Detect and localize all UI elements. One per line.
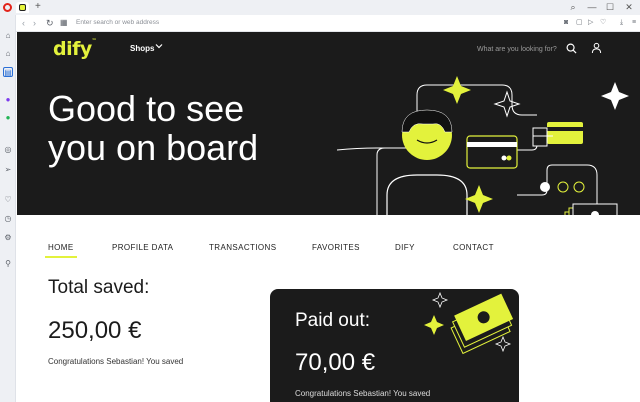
credit-card-icon bbox=[466, 135, 518, 169]
tab-profile-data[interactable]: PROFILE DATA bbox=[112, 243, 173, 252]
tab-contact[interactable]: CONTACT bbox=[453, 243, 494, 252]
heart-icon[interactable]: ♡ bbox=[600, 18, 606, 28]
hero-illustration bbox=[337, 76, 629, 215]
menu-icon[interactable]: ≡ bbox=[632, 18, 636, 28]
settings-icon[interactable]: ⚙ bbox=[3, 233, 13, 243]
paid-out-title: Paid out: bbox=[295, 310, 370, 331]
workspace-icon[interactable]: ▤ bbox=[3, 67, 13, 77]
reload-icon[interactable]: ↻ bbox=[46, 17, 54, 29]
hero-banner: dify™ Shops What are you looking for? Go… bbox=[17, 32, 640, 215]
sparkle-icon bbox=[465, 185, 493, 213]
back-icon[interactable]: ‹ bbox=[22, 17, 25, 29]
greeting-line-1: Good to see bbox=[48, 88, 245, 129]
search-input[interactable]: What are you looking for? bbox=[477, 46, 557, 53]
total-saved-amount: 250,00 € bbox=[48, 317, 142, 344]
send-icon[interactable]: ➢ bbox=[3, 165, 13, 175]
main-navigation: HOME PROFILE DATA TRANSACTIONS FAVORITES… bbox=[17, 215, 640, 265]
carousel-dot bbox=[557, 181, 569, 193]
total-saved-title: Total saved: bbox=[48, 277, 150, 298]
browser-tab[interactable] bbox=[16, 2, 29, 13]
aria-icon[interactable]: ◎ bbox=[3, 145, 13, 155]
site-favicon-icon bbox=[19, 4, 26, 11]
messenger-icon[interactable]: ● bbox=[3, 95, 13, 105]
carousel-dot bbox=[573, 181, 585, 193]
browser-sidebar: ⌂ ⌂ ▤ ● ● ◎ ➢ ♡ ◷ ⚙ ⚲ bbox=[0, 15, 16, 402]
sparkle-icon bbox=[493, 90, 521, 118]
sparkle-icon bbox=[494, 335, 512, 353]
paid-out-illustration bbox=[424, 291, 514, 355]
camera-icon[interactable]: ◙ bbox=[564, 18, 568, 28]
paid-out-card: Paid out: 70,00 € Congratulations Sebast… bbox=[270, 289, 519, 402]
history-icon[interactable]: ◷ bbox=[3, 214, 13, 224]
close-window-button[interactable]: ✕ bbox=[622, 0, 636, 15]
sparkle-icon bbox=[424, 315, 444, 335]
vpn-icon[interactable]: ▢ bbox=[576, 18, 583, 28]
minimize-button[interactable]: — bbox=[585, 0, 599, 15]
paid-out-message: Congratulations Sebastian! You saved bbox=[295, 389, 431, 398]
bookmarks-icon[interactable]: ♡ bbox=[3, 195, 13, 205]
address-bar: ‹ › ↻ ▦ Enter search or web address ◙ ▢ … bbox=[16, 15, 640, 32]
browser-tab-bar: + ⌕ — ☐ ✕ bbox=[0, 0, 640, 15]
sparkle-icon bbox=[601, 82, 629, 110]
person-illustration bbox=[386, 109, 468, 215]
carousel-dot bbox=[540, 182, 550, 192]
paid-out-amount: 70,00 € bbox=[295, 349, 376, 376]
maximize-button[interactable]: ☐ bbox=[603, 0, 617, 15]
tab-home[interactable]: HOME bbox=[45, 243, 77, 258]
sparkle-icon bbox=[431, 291, 449, 309]
tab-dify[interactable]: DIFY bbox=[395, 243, 415, 252]
forward-icon[interactable]: › bbox=[33, 17, 36, 29]
web-page: dify™ Shops What are you looking for? Go… bbox=[17, 32, 640, 402]
search-icon[interactable] bbox=[566, 43, 577, 54]
opera-logo-icon[interactable] bbox=[3, 3, 12, 12]
greeting-heading: Good to see you on board bbox=[48, 89, 348, 167]
tips-icon[interactable]: ⚲ bbox=[3, 259, 13, 269]
money-bills-icon bbox=[450, 293, 514, 355]
sparkle-icon bbox=[443, 76, 471, 104]
url-input[interactable]: Enter search or web address bbox=[76, 17, 576, 29]
new-tab-button[interactable]: + bbox=[35, 0, 41, 14]
play-icon[interactable]: ▷ bbox=[588, 18, 593, 28]
money-bills-icon bbox=[564, 203, 618, 215]
speed-dial-sidebar-icon[interactable]: ⌂ bbox=[3, 49, 13, 59]
hand-card-icon bbox=[532, 122, 583, 147]
total-saved-message: Congratulations Sebastian! You saved bbox=[48, 357, 184, 366]
search-tabs-icon[interactable]: ⌕ bbox=[566, 0, 580, 15]
tab-transactions[interactable]: TRANSACTIONS bbox=[209, 243, 276, 252]
shops-menu-label[interactable]: Shops bbox=[130, 44, 154, 53]
speed-dial-icon[interactable]: ▦ bbox=[60, 17, 68, 29]
tab-favorites[interactable]: FAVORITES bbox=[312, 243, 360, 252]
greeting-line-2: you on board bbox=[48, 127, 259, 168]
home-icon[interactable]: ⌂ bbox=[3, 31, 13, 41]
download-icon[interactable]: ⤓ bbox=[620, 18, 623, 28]
dify-logo[interactable]: dify™ bbox=[53, 38, 97, 60]
chevron-down-icon[interactable] bbox=[155, 42, 163, 50]
whatsapp-icon[interactable]: ● bbox=[3, 113, 13, 123]
user-account-icon[interactable] bbox=[591, 42, 602, 54]
